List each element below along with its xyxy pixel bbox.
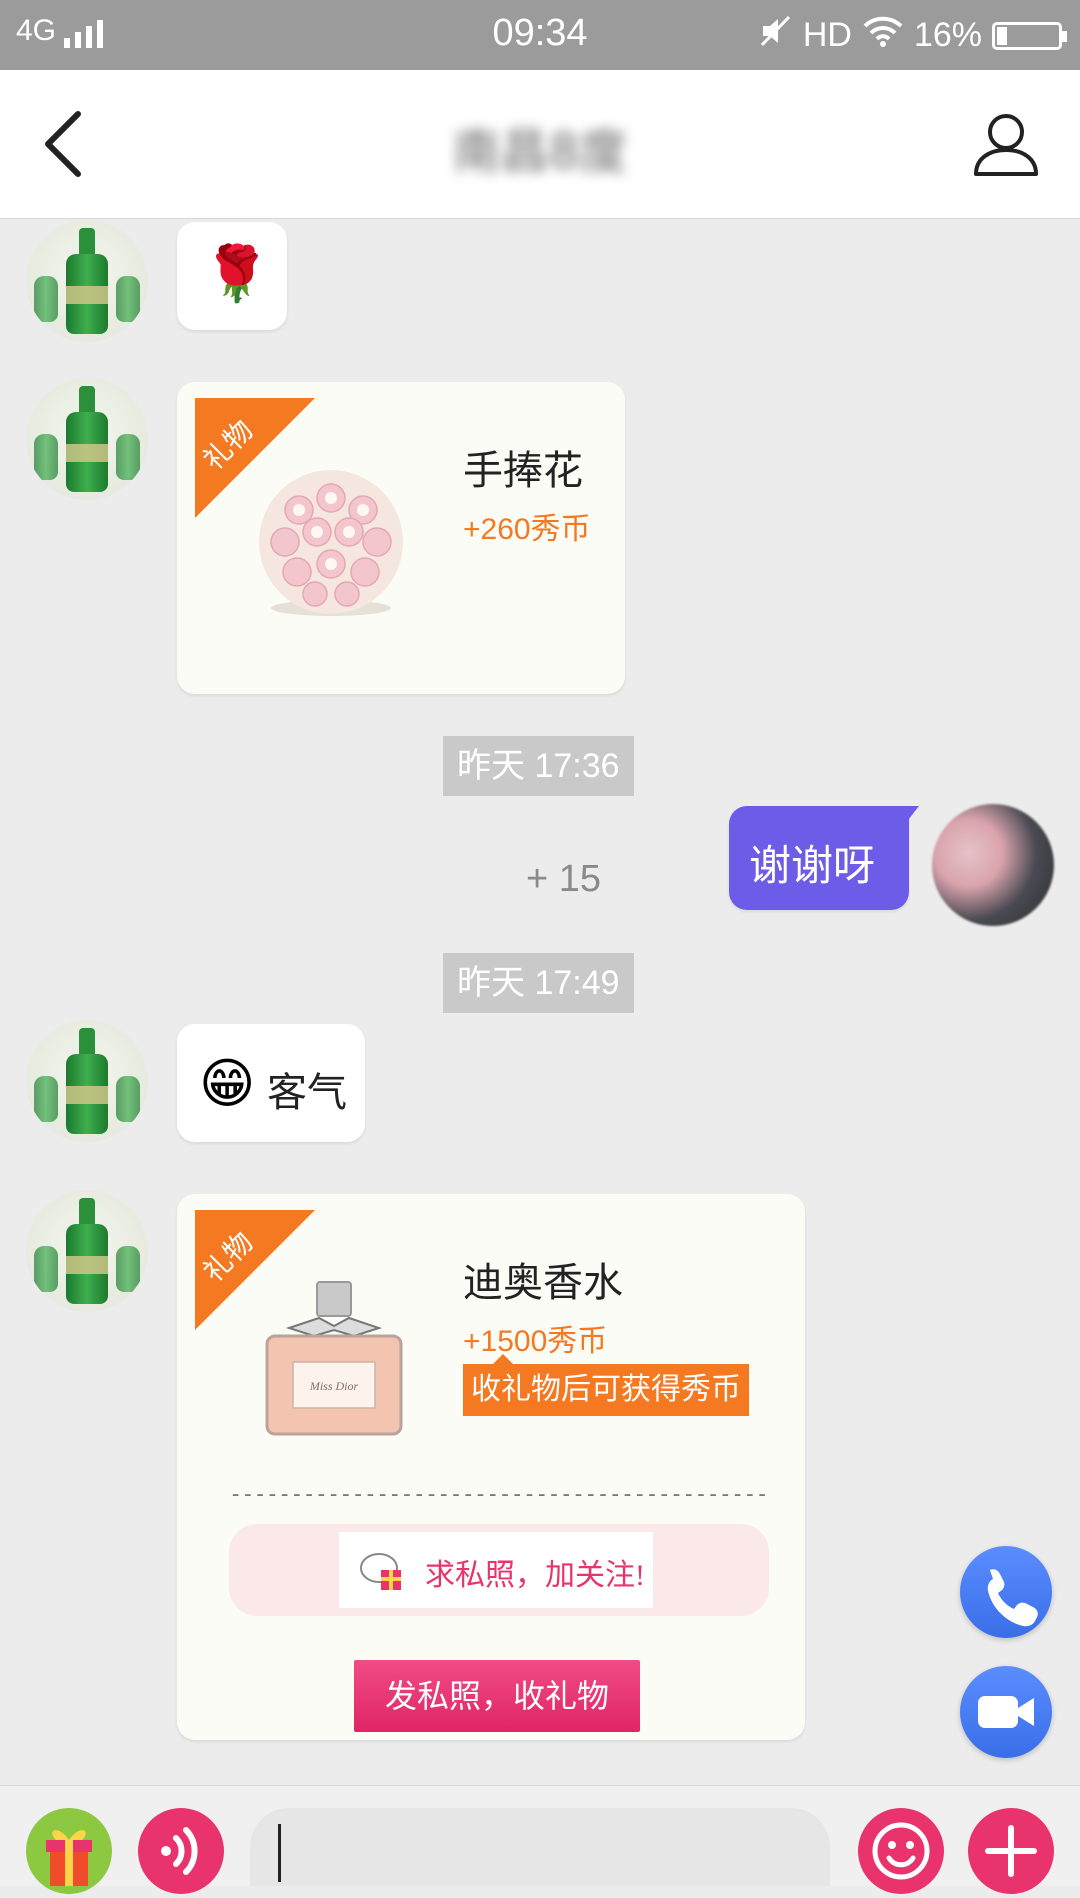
- more-button[interactable]: [968, 1808, 1054, 1894]
- gift-name: 手捧花: [463, 448, 583, 494]
- plus-icon: [985, 1825, 1037, 1877]
- mute-icon: [759, 14, 793, 57]
- profile-button[interactable]: [970, 108, 1042, 180]
- my-message-bubble[interactable]: 谢谢呀: [729, 806, 909, 910]
- voice-icon: [161, 1827, 198, 1875]
- gift-cat-icon: [357, 1544, 407, 1594]
- my-avatar[interactable]: [932, 804, 1054, 926]
- hd-label: HD: [802, 16, 852, 54]
- my-message-text: 谢谢呀: [749, 841, 876, 890]
- avatar[interactable]: [26, 1020, 148, 1142]
- perfume-label: Miss Dior: [309, 1379, 359, 1393]
- wifi-icon: [862, 14, 904, 57]
- bonus-label: + 15: [526, 858, 602, 900]
- message-input[interactable]: [250, 1808, 830, 1886]
- status-icons: HD 16%: [759, 14, 1067, 57]
- gift-icon: [46, 1830, 92, 1886]
- gift-card-bouquet[interactable]: 礼物 手捧花 +260秀币: [177, 382, 625, 694]
- gift-price: +260秀币: [463, 513, 591, 546]
- avatar[interactable]: [26, 1190, 148, 1312]
- video-camera-icon: [978, 1696, 1034, 1728]
- rose-emoji: 🌹: [203, 242, 271, 305]
- chat-title: 南昌8度: [452, 124, 628, 180]
- avatar[interactable]: [26, 220, 148, 342]
- dashed-divider: ----------------------------------------…: [229, 1482, 769, 1507]
- battery-icon: [992, 21, 1067, 50]
- smiley-icon: [872, 1822, 930, 1880]
- timestamp: 昨天 17:49: [443, 953, 634, 1013]
- reply-text: 客气: [267, 1070, 347, 1116]
- status-bar: 4G 09:34 HD 16%: [0, 0, 1080, 70]
- avatar[interactable]: [26, 378, 148, 500]
- gift-price: +1500秀币: [463, 1325, 608, 1358]
- person-icon: [974, 114, 1038, 176]
- gift-name: 迪奥香水: [463, 1260, 623, 1306]
- coin-tip-badge: 收礼物后可获得秀币: [463, 1364, 749, 1416]
- request-banner[interactable]: 求私照，加关注!: [229, 1524, 769, 1616]
- nav-bar: 南昌8度: [0, 70, 1080, 219]
- bubble-tail: [905, 806, 919, 824]
- grin-emoji: 😁: [199, 1052, 256, 1115]
- tip-arrow: [493, 1354, 513, 1364]
- perfume-image: Miss Dior: [259, 1278, 409, 1440]
- message-bubble-rose[interactable]: 🌹: [177, 222, 287, 330]
- text-cursor: [278, 1824, 281, 1882]
- video-call-button[interactable]: [960, 1666, 1052, 1758]
- call-button[interactable]: [960, 1546, 1052, 1638]
- input-bar: [0, 1785, 1080, 1894]
- message-bubble-reply[interactable]: 😁 客气: [177, 1024, 365, 1142]
- gift-button[interactable]: [26, 1808, 112, 1894]
- request-text: 求私照，加关注!: [425, 1559, 645, 1592]
- battery-percent: 16%: [913, 16, 982, 54]
- send-photo-button[interactable]: 发私照，收礼物: [354, 1660, 640, 1732]
- gift-card-perfume[interactable]: 礼物 Miss Dior 迪奥香水 +1500秀币 收礼物后可获得秀币 ----…: [177, 1194, 805, 1740]
- phone-icon: [987, 1569, 1038, 1627]
- timestamp: 昨天 17:36: [443, 736, 634, 796]
- emoji-button[interactable]: [858, 1808, 944, 1894]
- bouquet-image: [249, 470, 413, 620]
- battery-fill: [997, 26, 1007, 45]
- voice-button[interactable]: [138, 1808, 224, 1894]
